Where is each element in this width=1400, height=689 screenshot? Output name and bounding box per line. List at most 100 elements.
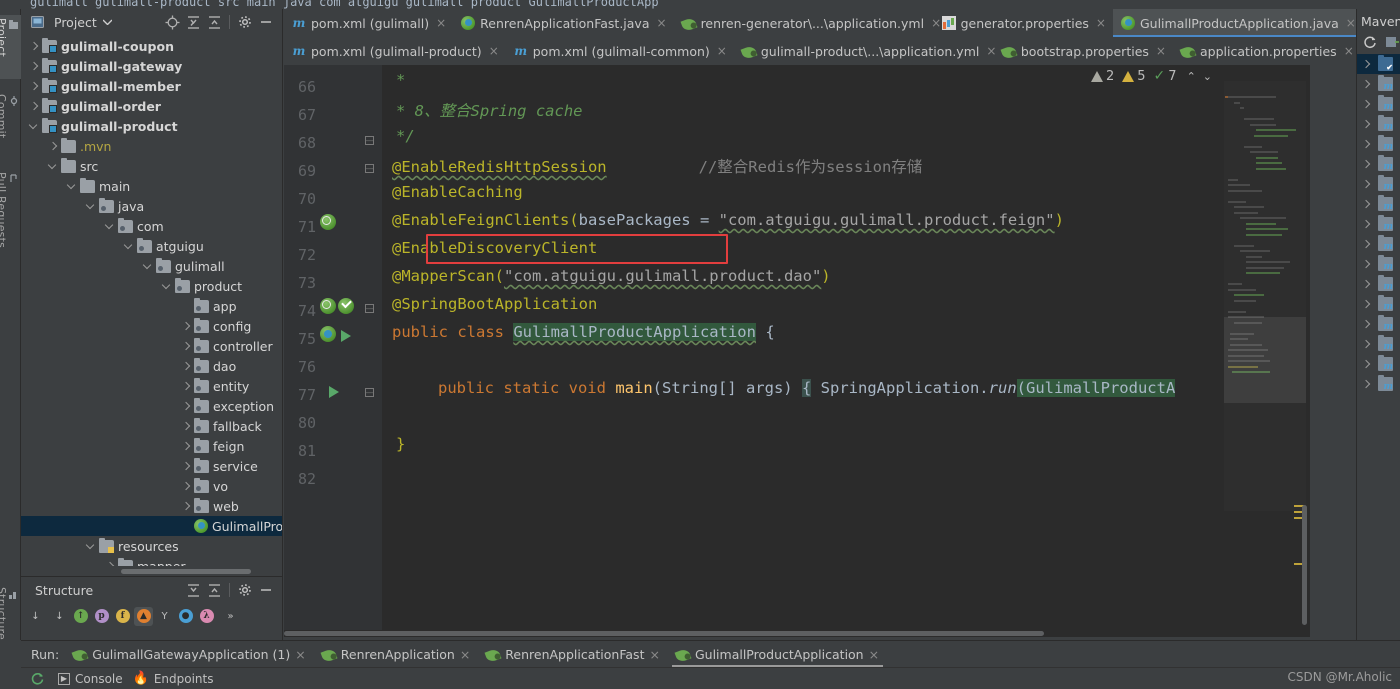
editor-gutter[interactable]: 66 67 68 69 70 71 72 73 74 75 76 77 80 8…: [284, 65, 382, 637]
maven-toolbar[interactable]: [1357, 31, 1400, 54]
maven-project-row[interactable]: [1357, 94, 1400, 114]
close-run-tab-icon[interactable]: ×: [460, 647, 470, 662]
fold-marker-icon[interactable]: ―: [365, 388, 374, 397]
fields-icon[interactable]: f: [113, 607, 132, 626]
tree-item-feign[interactable]: feign: [21, 436, 282, 456]
show-structure-icon[interactable]: Y: [155, 607, 174, 626]
non-public-icon[interactable]: ▲: [134, 606, 153, 626]
editor-tab-row-2[interactable]: m pom.xml (gulimall-product) × m pom.xml (gu…: [284, 37, 1356, 65]
maven-project-row[interactable]: [1357, 314, 1400, 334]
run-tab-renrenapplicationfast[interactable]: RenrenApplicationFast ×: [478, 641, 668, 668]
chevron-down-icon[interactable]: [67, 181, 78, 192]
tree-item-com[interactable]: com: [21, 216, 282, 236]
properties-icon[interactable]: p: [92, 607, 111, 626]
tree-item-product[interactable]: product: [21, 276, 282, 296]
maven-project-row[interactable]: [1357, 294, 1400, 314]
chevron-right-icon[interactable]: [181, 361, 192, 372]
anonymous-classes-icon[interactable]: ●: [176, 607, 195, 626]
console-tab[interactable]: ▶ Console: [58, 672, 123, 686]
close-run-tab-icon[interactable]: ×: [649, 647, 659, 662]
chevron-right-icon[interactable]: [1361, 99, 1372, 110]
chevron-right-icon[interactable]: [29, 101, 40, 112]
tree-item-controller[interactable]: controller: [21, 336, 282, 356]
maven-project-row[interactable]: [1357, 274, 1400, 294]
sort-alphabetically-icon[interactable]: ↓: [50, 607, 69, 626]
chevron-down-icon[interactable]: [162, 281, 173, 292]
chevron-right-icon[interactable]: [105, 561, 116, 567]
maven-project-row[interactable]: [1357, 214, 1400, 234]
spring-bean-gutter-icon[interactable]: [320, 214, 336, 230]
locate-icon[interactable]: [164, 14, 181, 31]
editor-tab-pom-xml-gulimall-[interactable]: m pom.xml (gulimall) ×: [284, 9, 453, 37]
editor-tab-pom-xml-gulimall-common-[interactable]: m pom.xml (gulimall-common) ×: [506, 37, 734, 65]
editor-tab-gulimall-product-application-yml[interactable]: gulimall-product\...\application.yml ×: [734, 37, 996, 65]
editor-tab-row-1[interactable]: m pom.xml (gulimall) × RenrenApplicationFas…: [284, 9, 1363, 37]
chevron-right-icon[interactable]: [1361, 139, 1372, 150]
sidebar-item-commit[interactable]: Commit: [0, 91, 21, 157]
chevron-right-icon[interactable]: [1361, 199, 1372, 210]
chevron-right-icon[interactable]: [1361, 319, 1372, 330]
maven-project-row[interactable]: [1357, 174, 1400, 194]
chevron-right-icon[interactable]: [1361, 119, 1372, 130]
chevron-right-icon[interactable]: [1361, 239, 1372, 250]
chevron-down-icon[interactable]: [124, 241, 135, 252]
tree-item-web[interactable]: web: [21, 496, 282, 516]
chevron-down-icon[interactable]: [105, 221, 116, 232]
maven-project-row[interactable]: [1357, 54, 1400, 74]
tree-item--mvn[interactable]: .mvn: [21, 136, 282, 156]
spring-bean-gutter-icon[interactable]: [320, 298, 336, 314]
chevron-right-icon[interactable]: [1361, 279, 1372, 290]
close-tab-icon[interactable]: ×: [1156, 44, 1166, 58]
editor-tab-renrenapplicationfast-java[interactable]: RenrenApplicationFast.java ×: [453, 9, 673, 37]
collapse-all-icon[interactable]: [206, 14, 223, 31]
tree-item-app[interactable]: app: [21, 296, 282, 316]
fold-marker-icon[interactable]: ―: [365, 304, 374, 313]
chevron-none-icon[interactable]: [181, 301, 192, 312]
maven-project-row[interactable]: [1357, 354, 1400, 374]
close-tab-icon[interactable]: ×: [1344, 44, 1354, 58]
project-tree[interactable]: gulimall-coupon gulimall-gateway gulimall-…: [21, 36, 282, 566]
close-tab-icon[interactable]: ×: [489, 44, 499, 58]
chevron-down-icon[interactable]: [48, 161, 59, 172]
gear-icon[interactable]: [236, 14, 253, 31]
chevron-right-icon[interactable]: [1361, 339, 1372, 350]
minimize-icon[interactable]: [257, 582, 274, 599]
code-text-area[interactable]: * * 8、整合Spring cache */ @EnableRedisHttp…: [382, 65, 1310, 637]
tree-item-gulimall-coupon[interactable]: gulimall-coupon: [21, 36, 282, 56]
refresh-icon[interactable]: [1363, 33, 1377, 50]
run-tab-renrenapplication[interactable]: RenrenApplication ×: [314, 641, 479, 668]
chevron-right-icon[interactable]: [181, 381, 192, 392]
chevron-right-icon[interactable]: [1361, 259, 1372, 270]
tree-item-atguigu[interactable]: atguigu: [21, 236, 282, 256]
tree-item-gulimall-member[interactable]: gulimall-member: [21, 76, 282, 96]
chevron-right-icon[interactable]: [29, 61, 40, 72]
close-run-tab-icon[interactable]: ×: [869, 647, 879, 662]
code-editor[interactable]: 66 67 68 69 70 71 72 73 74 75 76 77 80 8…: [284, 65, 1310, 637]
maven-project-row[interactable]: [1357, 114, 1400, 134]
spring-config-gutter-icon[interactable]: [338, 298, 354, 314]
more-icon[interactable]: »: [221, 607, 240, 626]
tree-item-config[interactable]: config: [21, 316, 282, 336]
sort-by-type-icon[interactable]: ↓: [26, 607, 45, 626]
structure-toolbar[interactable]: ↓ ↓ ↑ p f ▲ Y ● λ »: [21, 603, 282, 629]
editor-tab-generator-properties[interactable]: generator.properties ×: [934, 9, 1113, 37]
maven-project-row[interactable]: [1357, 74, 1400, 94]
close-tab-icon[interactable]: ×: [1346, 16, 1356, 30]
chevron-right-icon[interactable]: [1361, 79, 1372, 90]
lambdas-icon[interactable]: λ: [197, 607, 216, 626]
tree-item-entity[interactable]: entity: [21, 376, 282, 396]
tree-item-exception[interactable]: exception: [21, 396, 282, 416]
editor-tab-renren-generator-application-yml[interactable]: renren-generator\...\application.yml ×: [674, 9, 941, 37]
chevron-right-icon[interactable]: [181, 321, 192, 332]
close-tab-icon[interactable]: ×: [717, 44, 727, 58]
chevron-right-icon[interactable]: [1361, 159, 1372, 170]
run-gutter-icon[interactable]: [341, 330, 351, 342]
tree-item-gulimall-order[interactable]: gulimall-order: [21, 96, 282, 116]
maven-panel[interactable]: Maven: [1356, 9, 1400, 640]
run-tab-gulimallproductapplication[interactable]: GulimallProductApplication ×: [668, 641, 887, 668]
chevron-right-icon[interactable]: [181, 461, 192, 472]
project-tree-hscrollbar[interactable]: [121, 569, 251, 574]
sidebar-item-pull-requests[interactable]: Pull Requests: [0, 169, 21, 261]
tree-item-gulimall[interactable]: gulimall: [21, 256, 282, 276]
chevron-right-icon[interactable]: [181, 421, 192, 432]
